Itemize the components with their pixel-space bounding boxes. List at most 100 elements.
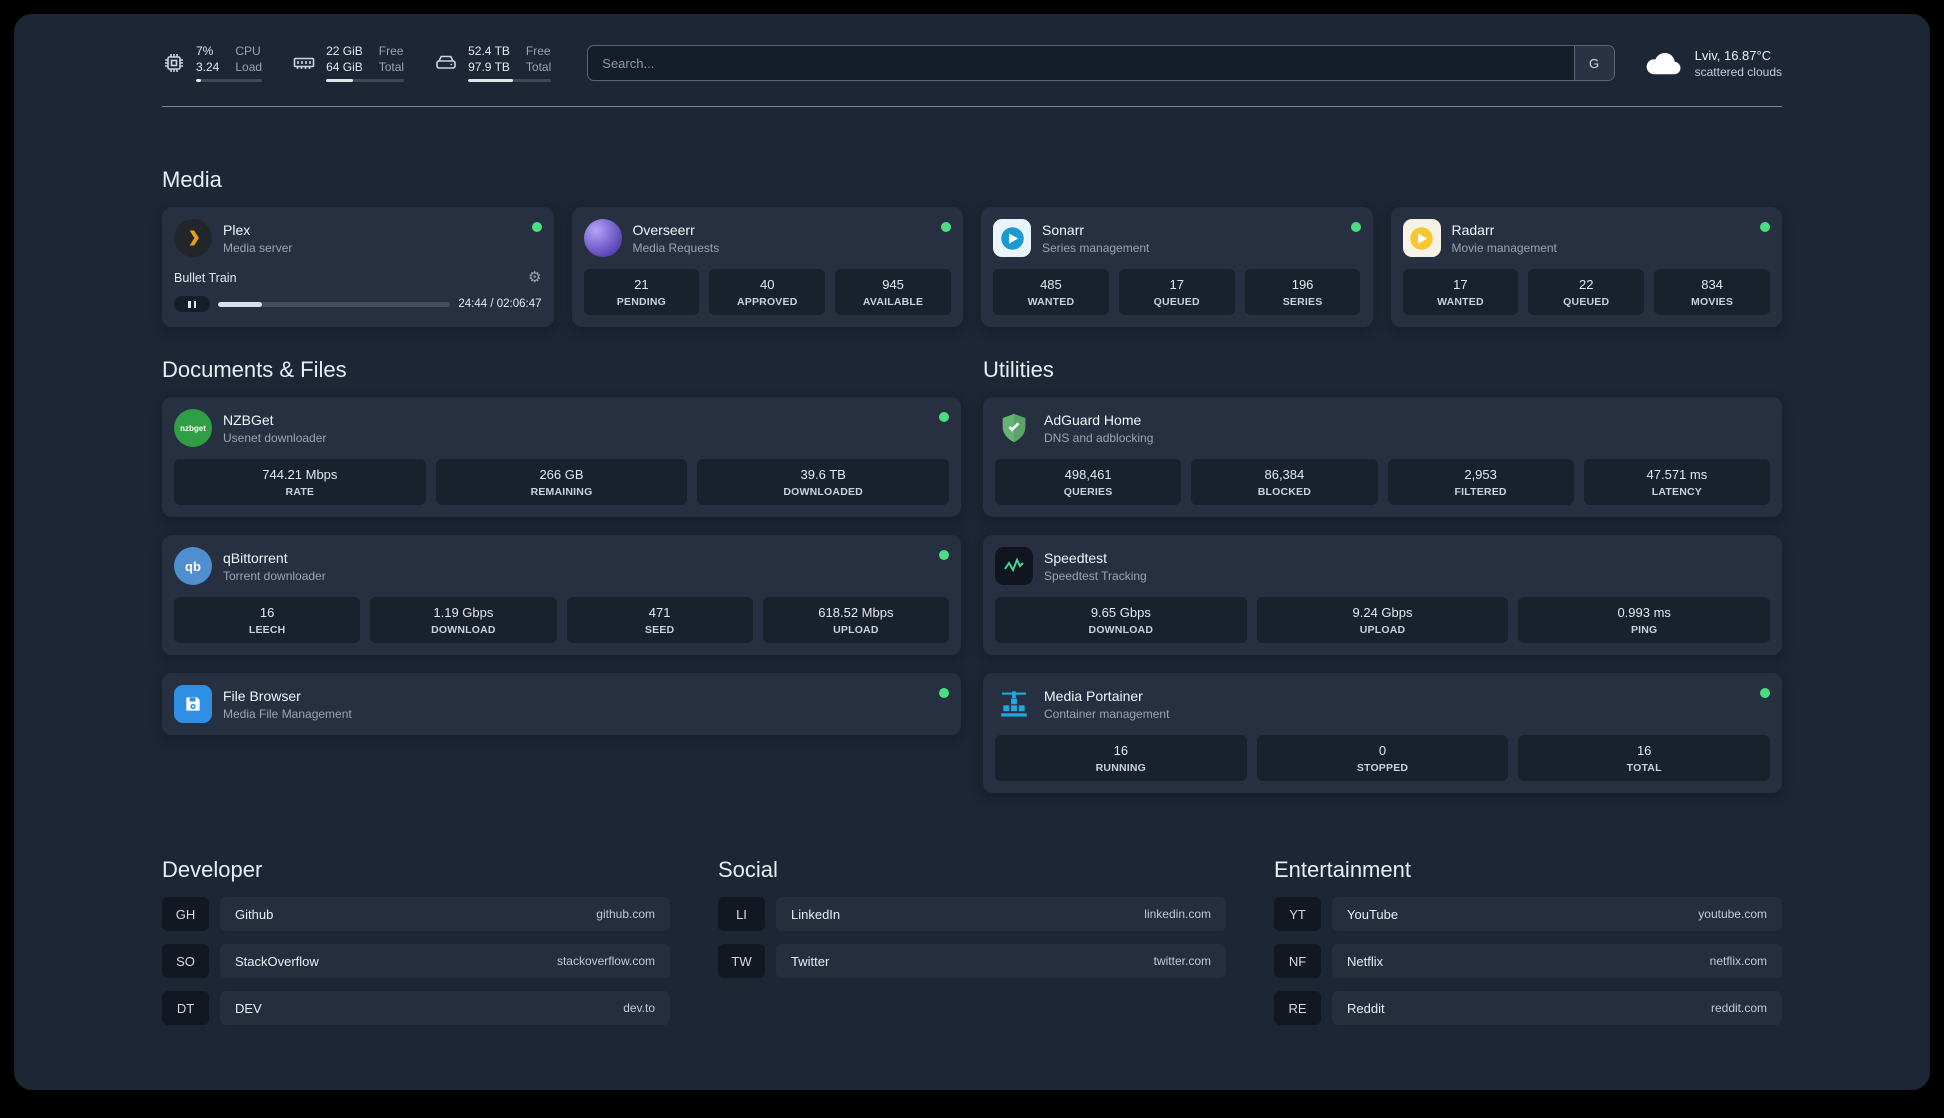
app-subtitle: DNS and adblocking [1044, 430, 1154, 445]
app-title: Plex [223, 221, 251, 238]
stat-tile: 0.993 ms PING [1518, 597, 1771, 644]
cpu-load-label: Load [235, 59, 263, 74]
bookmark-netflix[interactable]: NF Netflix netflix.com [1274, 944, 1782, 979]
stat-tile: 196 SERIES [1244, 269, 1361, 316]
resource-widgets: 7% 3.24 CPU Load 22 GiB 64 GiB Free Tota… [162, 44, 552, 83]
bookmark-name: DEV [235, 1000, 262, 1016]
bookmark-abbr: GH [162, 897, 209, 932]
bookmark-linkedin[interactable]: LI LinkedIn linkedin.com [718, 897, 1226, 932]
cpu-widget: 7% 3.24 CPU Load [162, 44, 263, 83]
bookmark-dev[interactable]: DT DEV dev.to [162, 991, 670, 1026]
app-card-filebrowser[interactable]: File Browser Media File Management [162, 673, 961, 736]
bookmark-name: Netflix [1347, 953, 1384, 969]
memory-total: 64 GiB [326, 59, 363, 74]
stat-value: 498,461 [1064, 467, 1112, 483]
stat-value: 16 [1636, 743, 1652, 759]
app-title: Sonarr [1042, 221, 1085, 238]
app-card-qbittorrent[interactable]: qb qBittorrent Torrent downloader 16 LEE… [162, 535, 961, 656]
header-divider [162, 106, 1782, 108]
app-card-sonarr[interactable]: Sonarr Series management 485 WANTED 17 Q… [981, 207, 1373, 328]
app-card-nzbget[interactable]: nzbget NZBGet Usenet downloader 744.21 M… [162, 397, 961, 518]
bookmark-url: youtube.com [1698, 907, 1767, 922]
memory-widget: 22 GiB 64 GiB Free Total [292, 44, 405, 83]
weather-condition: scattered clouds [1694, 64, 1782, 79]
bookmark-name: Twitter [791, 953, 830, 969]
radarr-icon [1402, 219, 1441, 258]
app-card-overseerr[interactable]: Overseerr Media Requests 21 PENDING 40 A… [571, 207, 963, 328]
disk-icon [434, 51, 458, 75]
stat-tile: 498,461 QUERIES [995, 459, 1182, 506]
card-header: Sonarr Series management [993, 219, 1361, 258]
stat-label: UPLOAD [833, 624, 879, 637]
bookmark-twitter[interactable]: TW Twitter twitter.com [718, 944, 1226, 979]
stat-label: MOVIES [1691, 296, 1734, 309]
stat-value: 618.52 Mbps [818, 605, 894, 621]
stat-label: BLOCKED [1257, 486, 1312, 499]
stat-tile: 1.19 Gbps DOWNLOAD [370, 597, 557, 644]
stat-tile: 40 APPROVED [709, 269, 826, 316]
stat-value: 0 [1378, 743, 1387, 759]
bookmark-github[interactable]: GH Github github.com [162, 897, 670, 932]
app-card-speedtest[interactable]: Speedtest Speedtest Tracking 9.65 Gbps D… [983, 535, 1782, 656]
playback-progress-bar[interactable] [218, 301, 451, 307]
stat-tile: 17 WANTED [1402, 269, 1519, 316]
cloud-icon [1643, 48, 1683, 78]
stat-tile: 2,953 FILTERED [1387, 459, 1574, 506]
bookmark-abbr: LI [718, 897, 765, 932]
app-card-radarr[interactable]: Radarr Movie management 17 WANTED 22 QUE… [1390, 207, 1782, 328]
entertainment-section-title: Entertainment [1274, 857, 1411, 883]
playback-progress-fill [218, 301, 263, 307]
weather-widget: Lviv, 16.87°C scattered clouds [1643, 48, 1782, 79]
bookmark-youtube[interactable]: YT YouTube youtube.com [1274, 897, 1782, 932]
search-provider-button[interactable]: G [1573, 46, 1614, 81]
stat-label: REMAINING [530, 486, 593, 499]
bookmark-abbr: YT [1274, 897, 1321, 932]
stat-value: 9.24 Gbps [1352, 605, 1413, 621]
settings-gear-icon[interactable]: ⚙ [528, 270, 541, 285]
portainer-icon [995, 685, 1033, 723]
bookmark-name: StackOverflow [235, 953, 319, 969]
bookmark-url: netflix.com [1709, 954, 1767, 969]
stat-label: QUERIES [1063, 486, 1113, 499]
app-card-adguard[interactable]: AdGuard Home DNS and adblocking 498,461 … [983, 397, 1782, 518]
stat-tile: 0 STOPPED [1256, 735, 1509, 782]
stat-label: WANTED [1027, 296, 1075, 309]
app-subtitle: Usenet downloader [223, 430, 327, 445]
filebrowser-icon [174, 685, 212, 724]
bookmark-abbr: SO [162, 944, 209, 979]
stat-value: 40 [760, 277, 775, 293]
app-subtitle: Container management [1044, 706, 1170, 721]
bookmark-name: Reddit [1347, 1000, 1385, 1016]
search-input[interactable] [588, 46, 1574, 81]
stat-tile: 21 PENDING [583, 269, 700, 316]
bookmark-reddit[interactable]: RE Reddit reddit.com [1274, 991, 1782, 1026]
stat-label: RUNNING [1095, 762, 1147, 775]
app-subtitle: Torrent downloader [223, 568, 326, 583]
pause-button[interactable] [174, 296, 210, 313]
bookmark-url: linkedin.com [1144, 907, 1211, 922]
app-subtitle: Series management [1042, 240, 1150, 255]
disk-bar [468, 79, 552, 83]
stat-value: 47.571 ms [1646, 467, 1708, 483]
status-dot [1760, 688, 1770, 699]
app-card-portainer[interactable]: Media Portainer Container management 16 … [983, 673, 1782, 794]
memory-free-label: Free [378, 44, 404, 58]
stat-label: LATENCY [1651, 486, 1702, 499]
stat-value: 744.21 Mbps [262, 467, 338, 483]
bookmark-url: reddit.com [1710, 1001, 1767, 1016]
bookmark-name: LinkedIn [791, 906, 841, 922]
app-card-plex[interactable]: Plex Media server Bullet Train ⚙ 24:44 /… [162, 207, 554, 328]
utilities-section-title: Utilities [983, 357, 1054, 383]
now-playing-title: Bullet Train [174, 270, 237, 285]
card-header: qb qBittorrent Torrent downloader [174, 547, 949, 586]
section-documents: Documents & Files nzbget NZBGet Usenet d… [162, 357, 961, 793]
stat-tile: 16 RUNNING [995, 735, 1247, 782]
bookmark-stackoverflow[interactable]: SO StackOverflow stackoverflow.com [162, 944, 670, 979]
bookmark-name: YouTube [1347, 906, 1399, 922]
bookmark-abbr: NF [1274, 944, 1321, 979]
overseerr-icon [583, 219, 622, 258]
card-header: Speedtest Speedtest Tracking [995, 547, 1770, 586]
stat-label: PING [1630, 624, 1658, 637]
stat-value: 9.65 Gbps [1090, 605, 1151, 621]
bookmark-group-entertainment: Entertainment YT YouTube youtube.com NF … [1274, 857, 1782, 1026]
